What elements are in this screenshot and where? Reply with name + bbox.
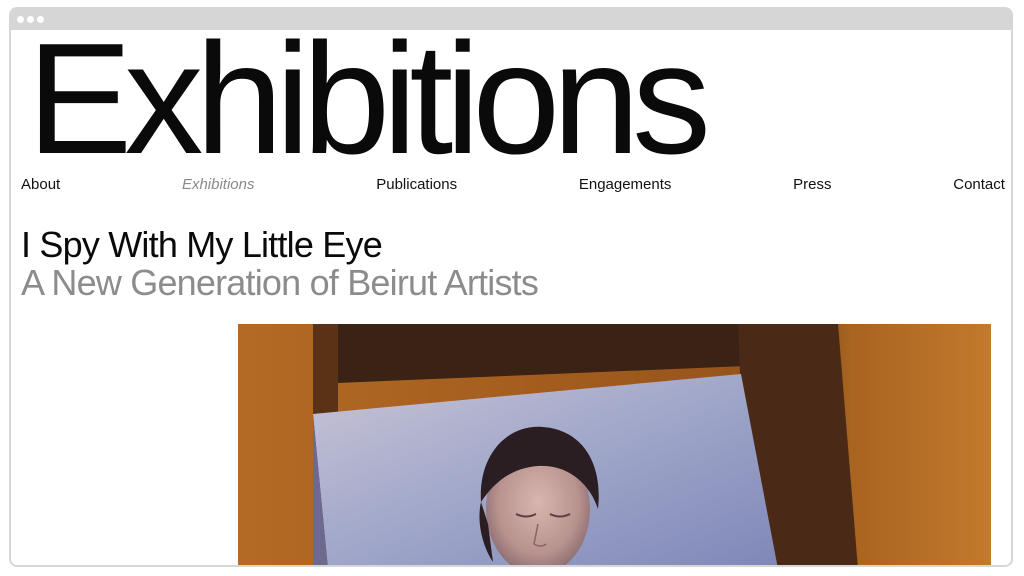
page-title: Exhibitions [27, 11, 711, 187]
nav-item-engagements[interactable]: Engagements [579, 176, 672, 193]
main-nav: About Exhibitions Publications Engagemen… [21, 173, 1005, 195]
feature-image[interactable] [238, 324, 991, 565]
exhibition-title: I Spy With My Little Eye [21, 224, 383, 265]
nav-item-about[interactable]: About [21, 176, 60, 193]
browser-window: Exhibitions About Exhibitions Publicatio… [9, 7, 1013, 567]
nav-item-exhibitions[interactable]: Exhibitions [182, 176, 255, 193]
nav-item-press[interactable]: Press [793, 176, 831, 193]
page-content: Exhibitions About Exhibitions Publicatio… [11, 20, 1011, 565]
nav-item-contact[interactable]: Contact [953, 176, 1005, 193]
nav-item-publications[interactable]: Publications [376, 176, 457, 193]
photo-projection-portrait-icon [238, 324, 991, 565]
window-dot-icon[interactable] [17, 16, 24, 23]
exhibition-subtitle: A New Generation of Beirut Artists [21, 262, 539, 303]
